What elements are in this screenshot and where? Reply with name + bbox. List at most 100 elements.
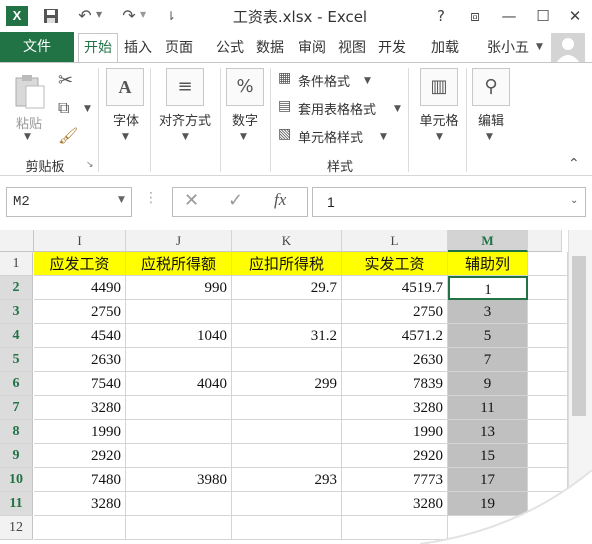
cell-n[interactable] xyxy=(528,276,568,300)
avatar[interactable] xyxy=(551,33,585,63)
table-format-button[interactable]: 套用表格格式 xyxy=(298,99,376,118)
cell-j[interactable] xyxy=(126,420,232,444)
table-format-icon[interactable]: ▤ xyxy=(278,98,291,114)
row-header[interactable]: 5 xyxy=(0,348,33,372)
font-dropdown-icon[interactable]: ▼ xyxy=(122,132,129,142)
cell-k[interactable] xyxy=(232,444,342,468)
row-header[interactable]: 10 xyxy=(0,468,33,492)
cell-m[interactable]: 9 xyxy=(448,372,528,396)
column-header-k[interactable]: K xyxy=(232,230,342,252)
edit-button[interactable]: 编辑 xyxy=(470,110,512,129)
select-all-button[interactable] xyxy=(0,230,34,252)
cell-m[interactable]: 1 xyxy=(448,276,528,300)
cell-n[interactable] xyxy=(528,372,568,396)
tab-view[interactable]: 视图 xyxy=(334,36,370,60)
save-icon[interactable] xyxy=(40,5,62,27)
cell-n[interactable] xyxy=(528,324,568,348)
cells-icon[interactable]: ▥ xyxy=(420,68,458,106)
tab-review[interactable]: 审阅 xyxy=(294,36,330,60)
dialog-launcher-icon[interactable]: ↘ xyxy=(86,160,94,170)
edit-dropdown-icon[interactable]: ▼ xyxy=(486,132,493,142)
row-header[interactable]: 6 xyxy=(0,372,33,396)
column-header-i[interactable]: I xyxy=(34,230,126,252)
header-cell-i[interactable]: 应发工资 xyxy=(34,252,126,276)
conditional-format-icon[interactable]: ▦ xyxy=(278,70,291,86)
cell-style-dropdown-icon[interactable]: ▼ xyxy=(380,132,387,142)
cell-k[interactable] xyxy=(232,396,342,420)
cell-i[interactable]: 1990 xyxy=(34,420,126,444)
row-header[interactable]: 11 xyxy=(0,492,33,516)
cell-i[interactable]: 4490 xyxy=(34,276,126,300)
column-header-j[interactable]: J xyxy=(126,230,232,252)
scrollbar-thumb[interactable] xyxy=(572,256,586,416)
cell-l[interactable]: 4519.7 xyxy=(342,276,448,300)
cell-k[interactable] xyxy=(232,300,342,324)
cell-l[interactable]: 1990 xyxy=(342,420,448,444)
row-header[interactable]: 1 xyxy=(0,252,33,276)
cell-i[interactable]: 2920 xyxy=(34,444,126,468)
cell-k[interactable] xyxy=(232,492,342,516)
cell-l[interactable]: 4571.2 xyxy=(342,324,448,348)
redo-icon[interactable]: ↷ xyxy=(118,5,140,27)
header-cell-m[interactable]: 辅助列 xyxy=(448,252,528,276)
cell-j[interactable] xyxy=(126,492,232,516)
cell-i[interactable] xyxy=(34,516,126,540)
row-header[interactable]: 8 xyxy=(0,420,33,444)
column-header-l[interactable]: L xyxy=(342,230,448,252)
undo-dropdown-icon[interactable]: ▼ xyxy=(96,10,102,19)
paste-dropdown-icon[interactable]: ▼ xyxy=(24,132,31,142)
copy-dropdown-icon[interactable]: ▼ xyxy=(84,104,91,114)
row-header[interactable]: 7 xyxy=(0,396,33,420)
cell-j[interactable] xyxy=(126,348,232,372)
insert-function-icon[interactable]: fx xyxy=(274,190,286,210)
cell-k[interactable]: 293 xyxy=(232,468,342,492)
cell-j[interactable]: 1040 xyxy=(126,324,232,348)
number-dropdown-icon[interactable]: ▼ xyxy=(240,132,247,142)
font-button[interactable]: 字体 xyxy=(104,110,148,129)
cell-j[interactable] xyxy=(126,444,232,468)
cell-i[interactable]: 3280 xyxy=(34,492,126,516)
tab-file[interactable]: 文件 xyxy=(0,32,74,62)
tab-developer[interactable]: 开发 xyxy=(374,36,410,60)
tab-data[interactable]: 数据 xyxy=(252,36,288,60)
header-cell-k[interactable]: 应扣所得税 xyxy=(232,252,342,276)
row-header[interactable]: 12 xyxy=(0,516,33,540)
conditional-format-dropdown-icon[interactable]: ▼ xyxy=(364,76,371,86)
cell-j[interactable] xyxy=(126,396,232,420)
cell-style-button[interactable]: 单元格样式 xyxy=(298,127,363,146)
row-header[interactable]: 3 xyxy=(0,300,33,324)
row-header[interactable]: 2 xyxy=(0,276,33,300)
cells-dropdown-icon[interactable]: ▼ xyxy=(436,132,443,142)
collapse-ribbon-icon[interactable]: ⌃ xyxy=(568,156,580,172)
binoculars-icon[interactable]: ⚲ xyxy=(472,68,510,106)
cell-n[interactable] xyxy=(528,348,568,372)
user-name[interactable]: 张小五 xyxy=(482,36,534,60)
cell-m[interactable]: 3 xyxy=(448,300,528,324)
cell-m[interactable]: 15 xyxy=(448,444,528,468)
cell-n[interactable] xyxy=(528,300,568,324)
cell-l[interactable]: 2750 xyxy=(342,300,448,324)
percent-icon[interactable]: % xyxy=(226,68,264,106)
align-icon[interactable]: ≡ xyxy=(166,68,204,106)
expand-formula-icon[interactable]: ⌄ xyxy=(570,195,578,206)
undo-icon[interactable]: ↶ xyxy=(74,5,96,27)
minimize-button[interactable]: — xyxy=(496,4,522,28)
row-header[interactable]: 9 xyxy=(0,444,33,468)
formula-input[interactable]: 1 xyxy=(312,187,586,217)
cell-l[interactable]: 2630 xyxy=(342,348,448,372)
tab-addins[interactable]: 加载 xyxy=(426,36,464,60)
close-button[interactable]: ✕ xyxy=(562,4,588,28)
name-box[interactable]: M2 xyxy=(6,187,132,217)
cell-j[interactable] xyxy=(126,300,232,324)
column-header-blank[interactable] xyxy=(528,230,562,252)
cell-l[interactable]: 3280 xyxy=(342,396,448,420)
tab-formulas[interactable]: 公式 xyxy=(212,36,248,60)
cell-l[interactable]: 7839 xyxy=(342,372,448,396)
cancel-icon[interactable]: ✕ xyxy=(184,190,199,211)
conditional-format-button[interactable]: 条件格式 xyxy=(298,71,350,90)
cell-m[interactable]: 5 xyxy=(448,324,528,348)
name-box-dropdown-icon[interactable]: ▼ xyxy=(118,195,125,205)
alignment-dropdown-icon[interactable]: ▼ xyxy=(182,132,189,142)
cell-k[interactable]: 299 xyxy=(232,372,342,396)
cell-n[interactable] xyxy=(528,396,568,420)
